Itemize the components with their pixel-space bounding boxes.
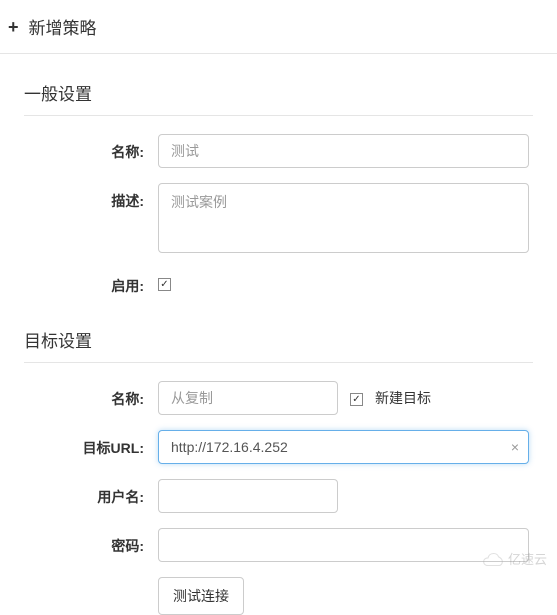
input-password[interactable] — [158, 528, 529, 562]
label-description: 描述: — [24, 183, 158, 211]
cloud-icon — [482, 552, 504, 566]
label-password: 密码: — [24, 528, 158, 556]
watermark: 亿速云 — [482, 549, 547, 568]
label-target-url: 目标URL: — [24, 430, 158, 458]
row-enable: 启用: ✓ — [24, 268, 533, 296]
test-connection-button[interactable]: 测试连接 — [158, 577, 244, 615]
checkbox-new-target[interactable]: ✓ — [350, 393, 363, 406]
input-target-url[interactable] — [158, 430, 529, 464]
row-target-name: 名称: ✓ 新建目标 — [24, 381, 533, 415]
row-password: 密码: — [24, 528, 533, 562]
page-header: + 新增策略 — [0, 0, 557, 54]
input-username[interactable] — [158, 479, 338, 513]
label-username: 用户名: — [24, 479, 158, 507]
input-target-name[interactable] — [158, 381, 338, 415]
clear-icon[interactable]: × — [511, 439, 519, 455]
input-description[interactable] — [158, 183, 529, 253]
content-area: 一般设置 名称: 描述: 启用: ✓ 目标设置 名称: ✓ 新建目标 目标URL… — [0, 54, 557, 615]
section-general-title: 一般设置 — [24, 64, 533, 116]
input-name[interactable] — [158, 134, 529, 168]
label-name: 名称: — [24, 134, 158, 162]
section-target-title: 目标设置 — [24, 311, 533, 363]
row-target-url: 目标URL: × — [24, 430, 533, 464]
row-test-connection: 测试连接 — [24, 577, 533, 615]
page-title: 新增策略 — [29, 14, 97, 39]
plus-icon: + — [8, 18, 19, 36]
watermark-text: 亿速云 — [508, 549, 547, 568]
row-name: 名称: — [24, 134, 533, 168]
label-enable: 启用: — [24, 268, 158, 296]
row-description: 描述: — [24, 183, 533, 253]
row-username: 用户名: — [24, 479, 533, 513]
checkbox-enable[interactable]: ✓ — [158, 278, 171, 291]
label-new-target: 新建目标 — [375, 388, 431, 408]
label-target-name: 名称: — [24, 381, 158, 409]
